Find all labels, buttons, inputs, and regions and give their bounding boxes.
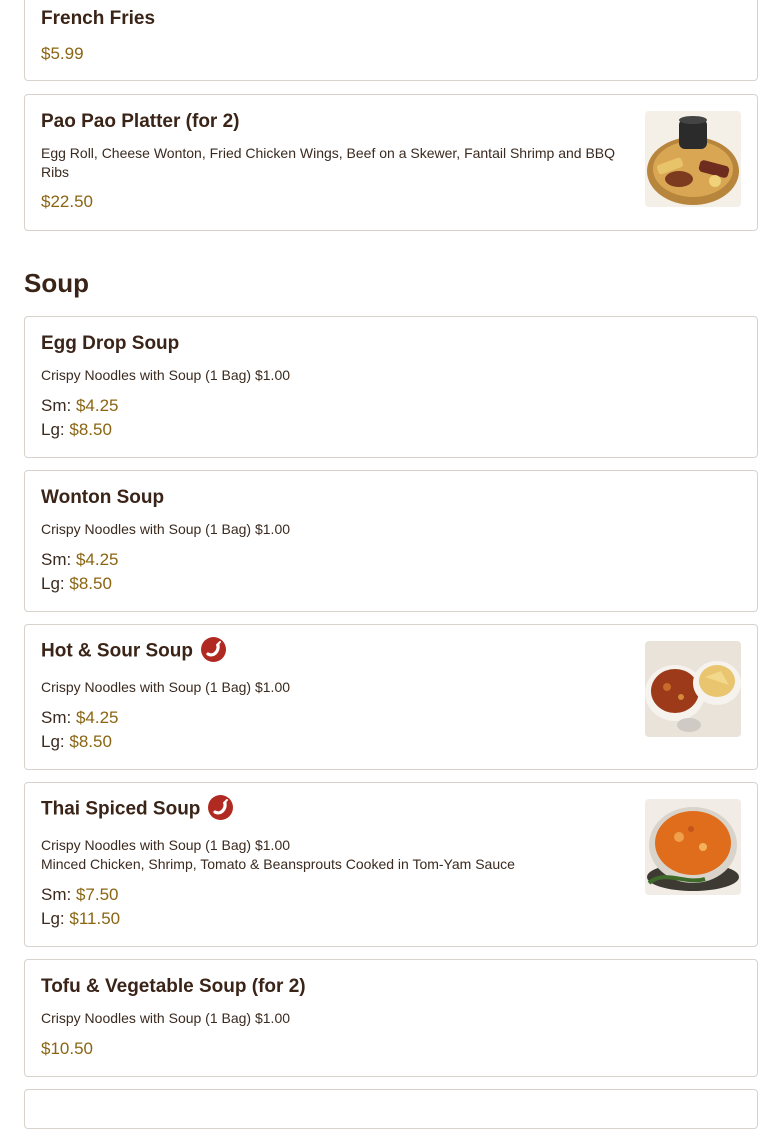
item-description: Crispy Noodles with Soup (1 Bag) $1.00 bbox=[41, 679, 291, 695]
section-title: Soup bbox=[24, 268, 89, 298]
item-description: Crispy Noodles with Soup (1 Bag) $1.00 bbox=[41, 1010, 291, 1026]
menu-item-card[interactable]: Pao Pao Platter (for 2) Egg Roll, Cheese… bbox=[24, 94, 758, 231]
menu-item-card[interactable]: Thai Spiced Soup Crispy Noodles with Sou… bbox=[24, 782, 758, 947]
menu-item-card[interactable]: Egg Drop Soup Crispy Noodles with Soup (… bbox=[24, 316, 758, 458]
item-name: Wonton Soup bbox=[41, 487, 165, 508]
price-small: Sm: $7.50 bbox=[41, 885, 119, 904]
item-description: Egg Roll, Cheese Wonton, Fried Chicken W… bbox=[41, 145, 616, 180]
price-large: Lg: $8.50 bbox=[41, 420, 112, 439]
item-name: Hot & Sour Soup bbox=[41, 637, 226, 664]
price-large: Lg: $8.50 bbox=[41, 574, 112, 593]
item-price: $10.50 bbox=[41, 1039, 93, 1058]
item-description: Crispy Noodles with Soup (1 Bag) $1.00 bbox=[41, 837, 291, 853]
menu-item-card[interactable]: Hot & Sour Soup Crispy Noodles with Soup… bbox=[24, 624, 758, 770]
menu-item-card[interactable]: Tofu & Vegetable Soup (for 2) Crispy Noo… bbox=[24, 959, 758, 1077]
item-price: $5.99 bbox=[41, 44, 84, 63]
item-description: Crispy Noodles with Soup (1 Bag) $1.00 bbox=[41, 521, 291, 537]
item-name: Thai Spiced Soup bbox=[41, 795, 234, 822]
item-description: Crispy Noodles with Soup (1 Bag) $1.00 bbox=[41, 367, 291, 383]
price-large: Lg: $8.50 bbox=[41, 732, 112, 751]
item-name: French Fries bbox=[41, 8, 156, 29]
price-small: Sm: $4.25 bbox=[41, 708, 119, 727]
item-name: Pao Pao Platter (for 2) bbox=[41, 111, 240, 132]
item-description-detail: Minced Chicken, Shrimp, Tomato & Beanspr… bbox=[41, 856, 515, 872]
item-photo[interactable] bbox=[645, 111, 741, 207]
item-price: $22.50 bbox=[41, 192, 93, 211]
item-name: Tofu & Vegetable Soup (for 2) bbox=[41, 976, 306, 997]
spicy-chili-icon bbox=[200, 637, 226, 662]
menu-item-card[interactable] bbox=[24, 1089, 758, 1129]
menu-item-card[interactable]: Wonton Soup Crispy Noodles with Soup (1 … bbox=[24, 470, 758, 612]
spicy-chili-icon bbox=[208, 795, 234, 820]
price-small: Sm: $4.25 bbox=[41, 550, 119, 569]
item-photo[interactable] bbox=[645, 641, 741, 737]
price-small: Sm: $4.25 bbox=[41, 396, 119, 415]
item-photo[interactable] bbox=[645, 799, 741, 895]
item-name: Egg Drop Soup bbox=[41, 333, 180, 354]
menu-item-card[interactable]: French Fries $5.99 bbox=[24, 0, 758, 81]
price-large: Lg: $11.50 bbox=[41, 909, 121, 928]
